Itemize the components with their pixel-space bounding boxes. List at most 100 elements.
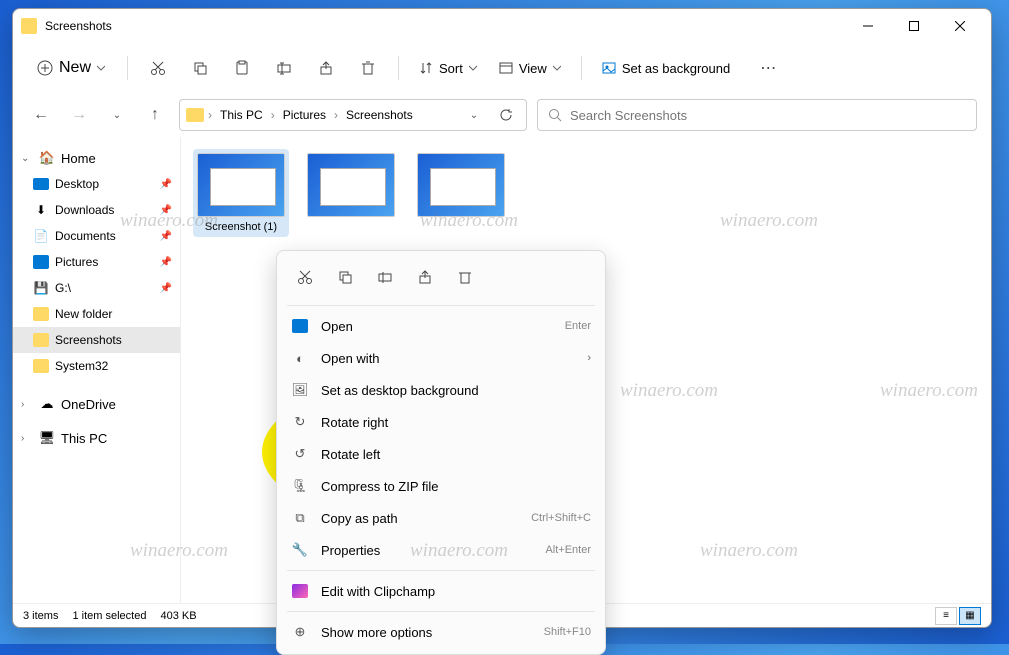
new-button[interactable]: New [27,53,115,83]
context-label: Open [321,319,353,334]
sidebar-label: G:\ [55,281,71,295]
sort-label: Sort [439,61,463,76]
context-menu-actions [277,257,605,301]
copy-button[interactable] [182,50,218,86]
window-title: Screenshots [45,19,845,33]
share-button[interactable] [308,50,344,86]
shortcut: Ctrl+Shift+C [531,512,591,524]
chevron-down-icon[interactable]: ⌄ [21,153,33,164]
up-button[interactable]: ↑ [141,101,169,129]
address-bar[interactable]: › This PC › Pictures › Screenshots ⌄ [179,99,527,131]
status-size: 403 KB [160,610,196,622]
sidebar-onedrive[interactable]: › ☁ OneDrive [13,391,180,417]
forward-button[interactable]: → [65,101,93,129]
file-item[interactable]: Screenshot (1) [193,149,289,237]
maximize-button[interactable] [891,10,937,42]
status-count: 3 items [23,610,58,622]
copy-path-icon: ⧉ [291,509,309,527]
sidebar-item-newfolder[interactable]: New folder [13,301,180,327]
chevron-down-icon[interactable]: ⌄ [103,101,131,129]
file-thumbnail [307,153,395,217]
sidebar-item-drive-g[interactable]: 💾 G:\ 📌 [13,275,180,301]
delete-button[interactable] [350,50,386,86]
chevron-right-icon: › [587,352,591,364]
search-box[interactable] [537,99,977,131]
context-properties[interactable]: 🔧 Properties Alt+Enter [277,534,605,566]
chevron-down-icon[interactable]: ⌄ [460,101,488,129]
sidebar-home[interactable]: ⌄ 🏠 Home [13,145,180,171]
context-show-more[interactable]: ⊕ Show more options Shift+F10 [277,616,605,648]
sidebar-item-documents[interactable]: 📄 Documents 📌 [13,223,180,249]
breadcrumb-item[interactable]: Pictures [279,106,330,124]
file-item[interactable] [303,149,399,237]
sidebar-label: Desktop [55,177,99,191]
thumbnails-view-button[interactable]: ▦ [959,607,981,625]
file-label: Screenshot (1) [197,221,285,233]
rotate-left-icon: ↺ [291,445,309,463]
titlebar: Screenshots [13,9,991,43]
sidebar-label: OneDrive [61,397,116,412]
clipchamp-icon [291,582,309,600]
context-rotate-right[interactable]: ↻ Rotate right [277,406,605,438]
sidebar: ⌄ 🏠 Home Desktop 📌 ⬇ Downloads 📌 📄 Docum… [13,137,181,603]
sidebar-item-system32[interactable]: System32 [13,353,180,379]
delete-button[interactable] [447,261,483,293]
sidebar-thispc[interactable]: › 🖥 This PC [13,425,180,451]
file-item[interactable] [413,149,509,237]
share-button[interactable] [407,261,443,293]
sidebar-label: Screenshots [55,333,122,347]
context-label: Rotate right [321,415,388,430]
context-clipchamp[interactable]: Edit with Clipchamp [277,575,605,607]
copy-button[interactable] [327,261,363,293]
rename-button[interactable] [266,50,302,86]
set-background-button[interactable]: Set as background [594,55,738,82]
shortcut: Shift+F10 [544,626,591,638]
context-label: Compress to ZIP file [321,479,439,494]
cloud-icon: ☁ [39,396,55,412]
sidebar-item-desktop[interactable]: Desktop 📌 [13,171,180,197]
shortcut: Enter [565,320,591,332]
details-view-button[interactable]: ≡ [935,607,957,625]
sidebar-item-pictures[interactable]: Pictures 📌 [13,249,180,275]
file-thumbnail [197,153,285,217]
context-rotate-left[interactable]: ↺ Rotate left [277,438,605,470]
context-compress-zip[interactable]: 🗜 Compress to ZIP file [277,470,605,502]
pin-icon: 📌 [160,231,172,242]
refresh-button[interactable] [492,101,520,129]
breadcrumb-item[interactable]: Screenshots [342,106,417,124]
close-button[interactable] [937,10,983,42]
context-open[interactable]: Open Enter [277,310,605,342]
context-open-with[interactable]: ◐ Open with › [277,342,605,374]
more-icon: ⊕ [291,623,309,641]
chevron-right-icon[interactable]: › [21,399,33,410]
window-controls [845,10,983,42]
sort-button[interactable]: Sort [411,55,485,82]
more-button[interactable]: ⋯ [750,50,786,86]
context-label: Show more options [321,625,432,640]
rotate-right-icon: ↻ [291,413,309,431]
rename-button[interactable] [367,261,403,293]
cut-button[interactable] [287,261,323,293]
pin-icon: 📌 [160,283,172,294]
paste-button[interactable] [224,50,260,86]
chevron-right-icon[interactable]: › [21,433,33,444]
back-button[interactable]: ← [27,101,55,129]
sidebar-item-screenshots[interactable]: Screenshots [13,327,180,353]
search-input[interactable] [570,108,966,123]
context-label: Set as desktop background [321,383,479,398]
context-label: Properties [321,543,380,558]
sidebar-item-downloads[interactable]: ⬇ Downloads 📌 [13,197,180,223]
chevron-down-icon [553,64,561,72]
context-copy-path[interactable]: ⧉ Copy as path Ctrl+Shift+C [277,502,605,534]
cut-button[interactable] [140,50,176,86]
context-menu: Open Enter ◐ Open with › 🖼 Set as deskto… [276,250,606,655]
breadcrumb-item[interactable]: This PC [216,106,267,124]
desktop-icon [33,176,49,192]
context-set-background[interactable]: 🖼 Set as desktop background [277,374,605,406]
view-label: View [519,61,547,76]
toolbar: New Sort View Set as background ⋯ [13,43,991,93]
minimize-button[interactable] [845,10,891,42]
chevron-down-icon [469,64,477,72]
view-button[interactable]: View [491,55,569,82]
nav-row: ← → ⌄ ↑ › This PC › Pictures › Screensho… [13,93,991,137]
